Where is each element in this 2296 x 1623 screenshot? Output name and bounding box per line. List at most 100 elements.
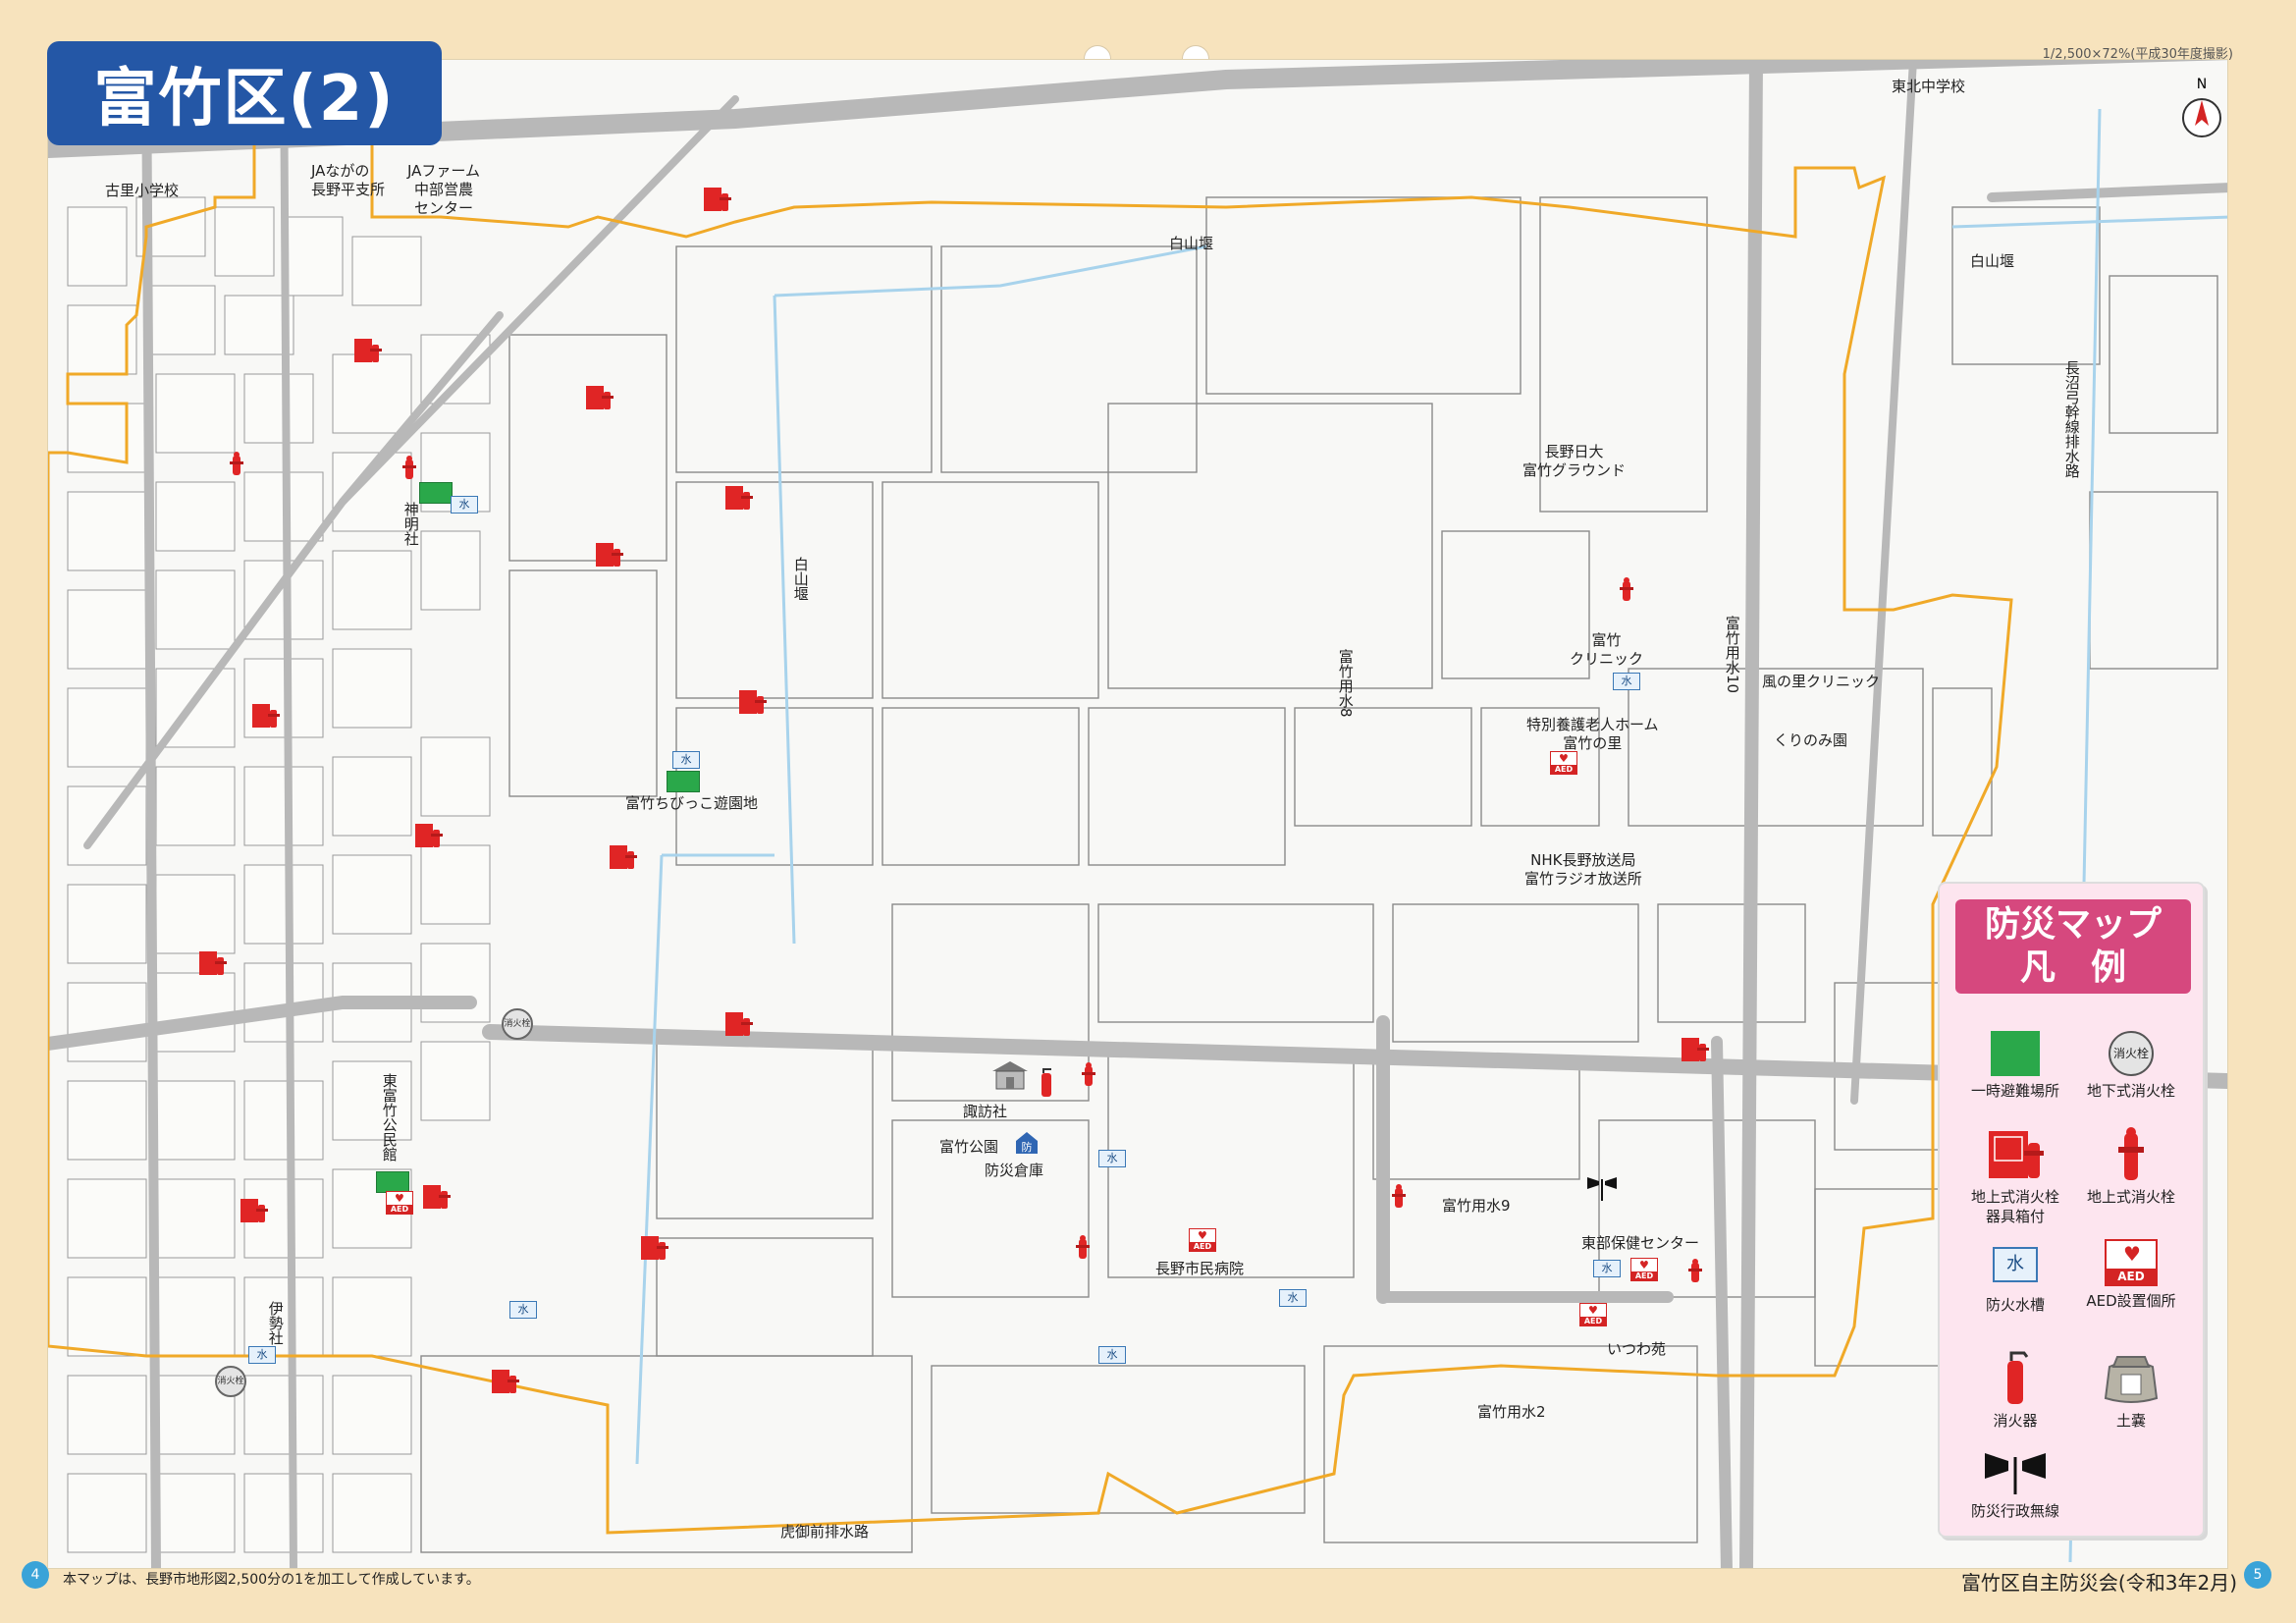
aed-text: AED <box>1631 1271 1657 1280</box>
aed-marker[interactable]: ♥ AED <box>1189 1228 1216 1252</box>
heart-icon: ♥ <box>1588 1304 1598 1317</box>
legend-item-underground-hydrant: 消火栓 地下式消火栓 <box>2069 1031 2193 1102</box>
evacuation-site-chibikko[interactable] <box>667 771 700 792</box>
label-ja-nagano: JAながの 長野平支所 <box>311 162 386 198</box>
label-tomitake-yousui8: 富竹用水8 <box>1336 649 1355 718</box>
legend-item-water-tank: 水 防火水槽 <box>1953 1247 2077 1316</box>
evacuation-site-shinmei[interactable] <box>419 482 453 504</box>
label-naganuma-drain: 長沼弓幹線排水路 <box>2062 360 2081 478</box>
hydrant-box-marker[interactable] <box>639 1234 670 1262</box>
hydrant-box-marker[interactable] <box>490 1368 521 1395</box>
label-tomitake-clinic: 富竹 クリニック <box>1570 631 1644 668</box>
water-tank-marker[interactable]: 水 <box>1098 1150 1126 1167</box>
extinguisher-icon[interactable] <box>1038 1067 1055 1099</box>
hydrant-box-marker[interactable] <box>413 822 445 849</box>
credit-text: 富竹区自主防災会(令和3年2月) <box>1960 1571 2237 1595</box>
legend-item-evacuation: 一時避難場所 <box>1953 1031 2077 1102</box>
hydrant-box-marker[interactable] <box>737 688 769 716</box>
hydrant-marker[interactable] <box>1081 1061 1096 1087</box>
legend-label: 地下式消火栓 <box>2086 1082 2175 1100</box>
page-title: 富竹区(2) <box>47 41 442 145</box>
label-tomitake-yousui10: 富竹用水10 <box>1723 616 1741 694</box>
aed-text: AED <box>2107 1269 2156 1284</box>
water-tank-marker[interactable]: 水 <box>451 496 478 514</box>
underground-hydrant-marker[interactable]: 消火栓 <box>502 1008 533 1040</box>
label-ja-farm: JAファーム 中部営農 センター <box>407 162 480 217</box>
map-base <box>48 60 2227 1568</box>
legend-title: 防災マップ 凡 例 <box>1955 899 2191 994</box>
heart-icon: ♥ <box>395 1192 404 1205</box>
evacuation-site-higashi-hall[interactable] <box>376 1171 409 1193</box>
label-shiroyama-seki-right: 白山堰 <box>1970 252 2015 270</box>
legend-label: 防火水槽 <box>1985 1296 2045 1314</box>
hydrant-box-marker[interactable] <box>239 1197 270 1224</box>
label-shiroyama-seki-top: 白山堰 <box>1169 235 1214 252</box>
hydrant-box-marker[interactable] <box>197 949 229 977</box>
label-suwa-sha: 諏訪社 <box>963 1103 1008 1120</box>
hydrant-marker[interactable] <box>1687 1258 1703 1283</box>
hydrant-marker[interactable] <box>401 455 417 480</box>
water-tank-marker[interactable]: 水 <box>1593 1260 1621 1277</box>
legend-item-sandbag: 土嚢 <box>2069 1347 2193 1432</box>
hydrant-marker[interactable] <box>1619 576 1634 602</box>
water-tank-marker[interactable]: 水 <box>672 751 700 769</box>
sandbag-icon <box>2104 1356 2159 1403</box>
label-nagano-nichidai: 長野日大 富竹グラウンド <box>1522 443 1627 479</box>
bousai-soko-icon[interactable]: 防 <box>1014 1130 1040 1156</box>
water-tank-marker[interactable]: 水 <box>1279 1289 1307 1307</box>
label-ise-sha: 伊勢社 <box>266 1301 285 1345</box>
label-nagano-hospital: 長野市民病院 <box>1155 1260 1245 1277</box>
aed-marker[interactable]: ♥ AED <box>386 1191 413 1215</box>
heart-icon: ♥ <box>1639 1259 1649 1271</box>
legend-item-hydrant-box: 地上式消火栓 器具箱付 <box>1953 1123 2077 1226</box>
underground-hydrant-marker[interactable]: 消火栓 <box>215 1366 246 1397</box>
hydrant-box-marker[interactable] <box>608 843 639 871</box>
map-footnote: 本マップは、長野市地形図2,500分の1を加工して作成しています。 <box>63 1572 480 1588</box>
hydrant-box-marker[interactable] <box>594 541 625 568</box>
hydrant-box-marker[interactable] <box>250 702 282 730</box>
aed-marker[interactable]: ♥ AED <box>1550 751 1577 775</box>
label-itsuwa-en: いつわ苑 <box>1607 1340 1667 1358</box>
legend-item-extinguisher: 消火器 <box>1953 1347 2077 1432</box>
water-tank-icon: 水 <box>1993 1247 2038 1282</box>
hydrant-box-marker[interactable] <box>352 337 384 364</box>
aed-text: AED <box>1580 1317 1606 1325</box>
hydrant-box-marker[interactable] <box>723 484 755 512</box>
hydrant-box-icon <box>1989 1131 2044 1178</box>
label-shinmei-sha: 神明社 <box>401 502 420 546</box>
hydrant-marker[interactable] <box>1075 1234 1091 1260</box>
label-tomitake-yousui9: 富竹用水9 <box>1442 1197 1511 1215</box>
legend-item-aed: ♥ AED AED設置個所 <box>2069 1239 2193 1312</box>
water-tank-marker[interactable]: 水 <box>1613 673 1640 690</box>
map-area[interactable]: 古里小学校 JAながの 長野平支所 JAファーム 中部営農 センター 東北中学校… <box>47 59 2228 1569</box>
aed-text: AED <box>1190 1242 1215 1251</box>
label-tomitake-yousui2: 富竹用水2 <box>1477 1403 1546 1421</box>
radio-speaker-icon[interactable] <box>1585 1173 1619 1203</box>
hydrant-box-marker[interactable] <box>421 1183 453 1211</box>
aed-marker[interactable]: ♥ AED <box>1630 1258 1658 1281</box>
hydrant-marker[interactable] <box>1391 1183 1407 1209</box>
label-tomitake-park: 富竹公園 <box>939 1138 999 1156</box>
legend-label: 地上式消火栓 器具箱付 <box>1970 1188 2059 1225</box>
legend-label: 土嚢 <box>2115 1412 2146 1430</box>
label-kurinomien: くりのみ園 <box>1774 731 1848 749</box>
water-tank-marker[interactable]: 水 <box>509 1301 537 1319</box>
hydrant-box-marker[interactable] <box>702 186 733 213</box>
hydrant-box-marker[interactable] <box>584 384 615 411</box>
hydrant-marker[interactable] <box>229 451 244 476</box>
heart-icon: ♥ <box>1559 752 1569 765</box>
underground-hydrant-icon: 消火栓 <box>2109 1031 2154 1076</box>
water-tank-marker[interactable]: 水 <box>248 1346 276 1364</box>
legend-label: 消火器 <box>1993 1412 2038 1430</box>
legend-item-radio: 防災行政無線 <box>1953 1447 2077 1522</box>
label-tokubetsu-home: 特別養護老人ホーム 富竹の里 <box>1526 716 1659 752</box>
water-tank-marker[interactable]: 水 <box>1098 1346 1126 1364</box>
shrine-icon[interactable] <box>990 1057 1030 1093</box>
label-tohoku-jhs: 東北中学校 <box>1892 78 1966 95</box>
label-shiroyama-seki-mid: 白山堰 <box>791 557 810 601</box>
hydrant-box-marker[interactable] <box>723 1010 755 1038</box>
radio-speaker-icon <box>1985 1453 2046 1494</box>
hydrant-box-marker[interactable] <box>1680 1036 1711 1063</box>
aed-marker[interactable]: ♥ AED <box>1579 1303 1607 1326</box>
heart-icon: ♥ <box>2123 1242 2141 1266</box>
